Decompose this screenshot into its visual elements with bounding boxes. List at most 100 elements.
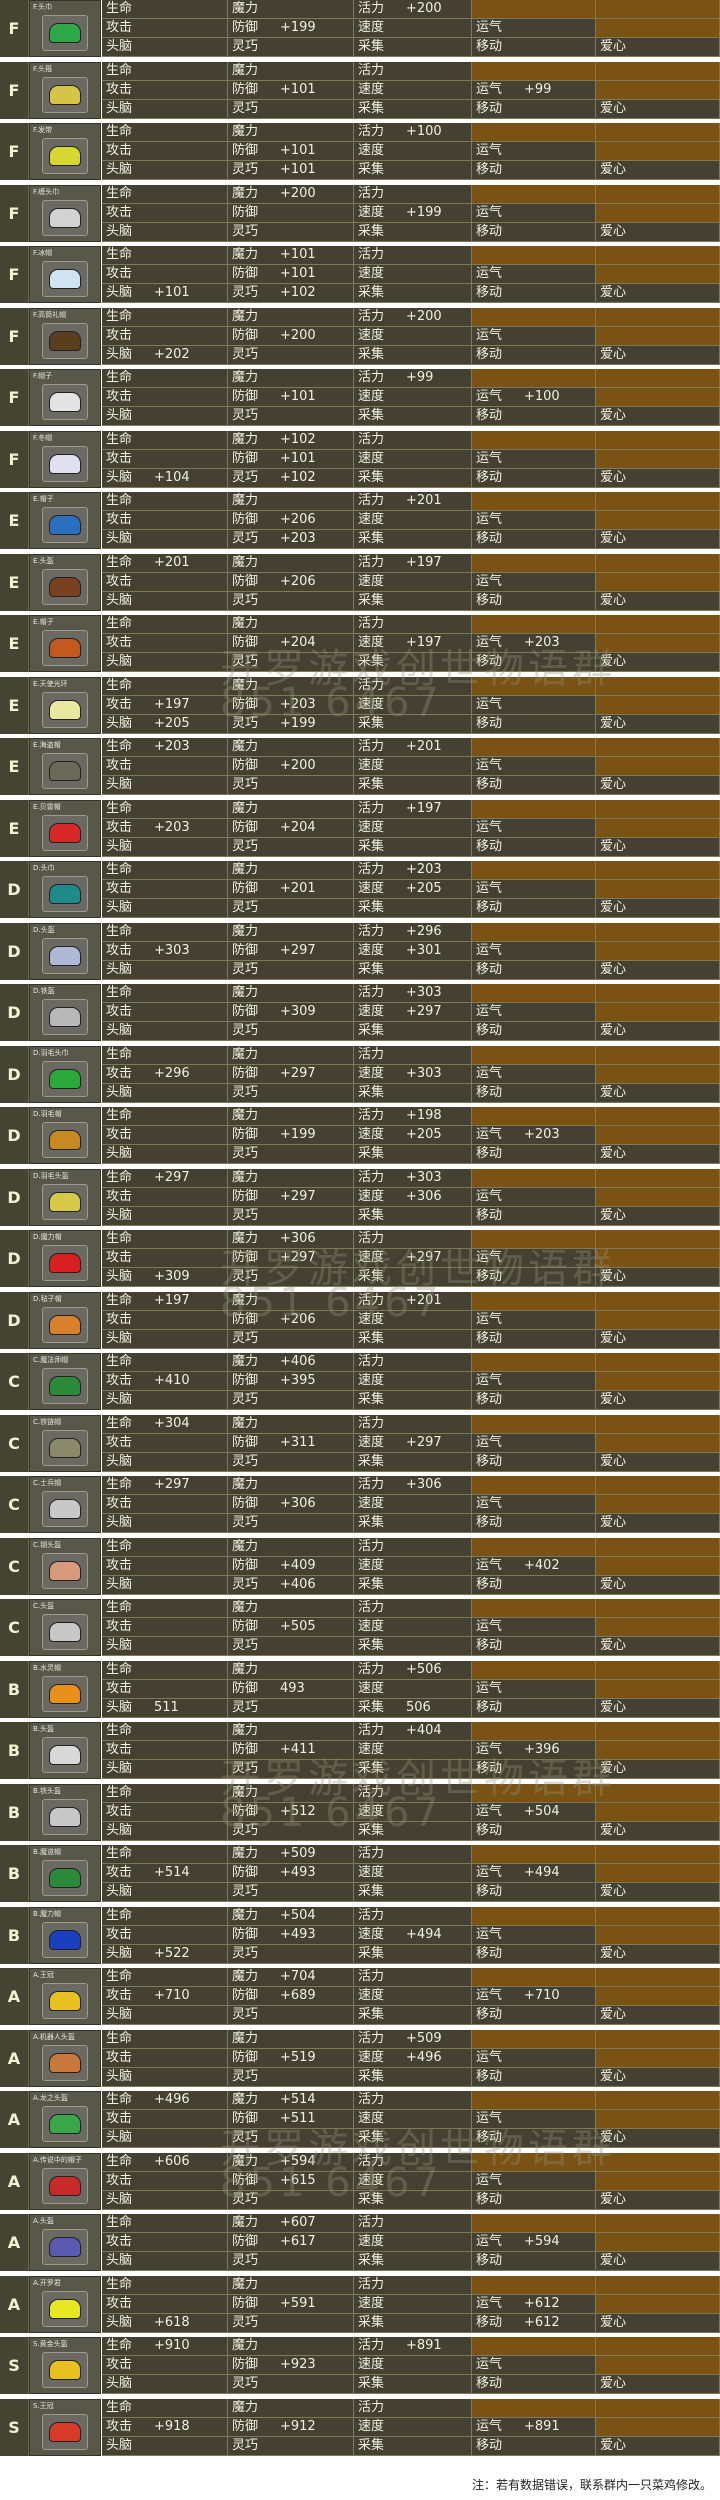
- stat-cell: 灵巧: [228, 407, 354, 426]
- stat-cell: 头脑: [102, 161, 228, 180]
- stat-cell: 头脑: [102, 38, 228, 57]
- stat-cell: 采集: [354, 161, 472, 180]
- stat-label: 灵巧: [232, 100, 259, 116]
- empty-bonus-cell: [596, 2398, 720, 2418]
- stat-value: +303: [406, 1065, 442, 1081]
- stat-cell: 运气 +494: [472, 1864, 596, 1883]
- stat-label: 魔力: [232, 1354, 259, 1369]
- stat-cell: 速度 +297: [354, 1433, 472, 1453]
- stat-label: 攻击: [106, 635, 133, 650]
- stat-value: +303: [406, 985, 442, 1000]
- stat-label: 爱心: [600, 531, 627, 546]
- item-name: E.天使光环: [33, 679, 68, 688]
- stat-cell: 活力 +197: [354, 553, 472, 573]
- stat-cell: 移动: [472, 1145, 596, 1164]
- stat-grid: 生命 +910 魔力 活力 +891 攻击 防御 +923 速度 运气 头脑 灵巧 采集 移动 爱心: [102, 2337, 720, 2394]
- stat-label: 灵巧: [232, 1822, 259, 1838]
- stat-label: 运气: [476, 204, 503, 220]
- item-icon-frame: [42, 322, 88, 359]
- stat-cell: 采集: [354, 1145, 472, 1164]
- stat-cell: 灵巧: [228, 345, 354, 365]
- stat-label: 头脑: [106, 2437, 133, 2453]
- stat-label: 爱心: [600, 1945, 627, 1961]
- stat-grid: 生命 魔力 活力 +99 攻击 防御 +101 速度 运气 +100 头脑 灵巧 采集 移动 爱心: [102, 369, 720, 426]
- row-divider: [0, 2332, 720, 2335]
- item-card: F.缠头巾: [29, 184, 101, 242]
- stat-cell: 生命 +197: [102, 1291, 228, 1311]
- item-card: S.王冠: [29, 2398, 101, 2456]
- stat-cell: 生命: [102, 369, 228, 388]
- stat-value: +206: [280, 1311, 316, 1327]
- stat-label: 魔力: [232, 2276, 259, 2292]
- stat-label: 灵巧: [232, 592, 259, 608]
- stat-label: 速度: [358, 266, 385, 281]
- stat-value: +594: [524, 2234, 560, 2249]
- stat-label: 灵巧: [232, 2314, 259, 2330]
- stat-label: 速度: [358, 2418, 385, 2434]
- stat-cell: 速度: [354, 2356, 472, 2375]
- stat-label: 移动: [476, 715, 503, 731]
- stat-cell: 生命: [102, 1045, 228, 1065]
- stat-cell: 攻击: [102, 2048, 228, 2068]
- stat-cell: 灵巧 +406: [228, 1575, 354, 1595]
- stat-label: 魔力: [232, 1, 259, 16]
- item-card: F.冬帽: [29, 430, 101, 488]
- stat-cell: 头脑: [102, 1883, 228, 1902]
- stat-cell: 生命 +203: [102, 738, 228, 757]
- stat-value: +306: [406, 1477, 442, 1492]
- empty-bonus-cell: [596, 1679, 720, 1699]
- stat-cell: 灵巧 +102: [228, 284, 354, 303]
- stat-value: +199: [280, 20, 316, 35]
- empty-bonus-cell: [596, 1045, 720, 1065]
- table-row: D D.头巾 生命 魔力 活力 +203 攻击 防御 +201 速度 +205 运气 头脑 灵巧 采集 移动爱…: [0, 861, 720, 920]
- stat-value: +309: [280, 1004, 316, 1019]
- empty-bonus-cell: [596, 2091, 720, 2110]
- stat-label: 爱心: [600, 346, 627, 362]
- item-icon-frame: [42, 1737, 88, 1773]
- helmet-icon: [49, 1376, 81, 1396]
- stat-label: 攻击: [106, 1619, 133, 1634]
- stat-value: +204: [280, 635, 316, 650]
- stat-label: 头脑: [106, 1761, 133, 1776]
- stat-label: 爱心: [600, 777, 627, 792]
- item-icon-frame: [42, 876, 88, 912]
- stat-label: 生命: [106, 308, 133, 324]
- stat-cell: 活力: [354, 1537, 472, 1557]
- stat-label: 速度: [358, 1988, 385, 2003]
- stat-cell: 活力 +99: [354, 369, 472, 388]
- stat-label: 爱心: [600, 2068, 627, 2084]
- stat-cell: 速度: [354, 1741, 472, 1760]
- stat-cell: 防御 +101: [228, 388, 354, 407]
- stat-label: 灵巧: [232, 2437, 259, 2453]
- row-divider: [0, 1902, 720, 1904]
- stat-label: 防御: [232, 450, 259, 466]
- stat-label: 攻击: [106, 573, 133, 589]
- rank-label: D: [0, 1045, 29, 1103]
- empty-bonus-cell: [596, 369, 720, 388]
- rank-label: S: [0, 2337, 29, 2394]
- table-row: F F.冬帽 生命 魔力 +102 活力 攻击 防御 +101 速度 运气 头脑 +104 灵巧 +102 采…: [0, 430, 720, 490]
- stat-cell: 防御 +101: [228, 449, 354, 469]
- stat-label: 灵巧: [232, 1945, 259, 1961]
- stat-cell: 魔力: [228, 1168, 354, 1188]
- stat-cell: 攻击: [102, 1187, 228, 1207]
- stat-label: 魔力: [232, 677, 259, 693]
- stat-cell: 防御 +200: [228, 326, 354, 346]
- stat-label: 采集: [358, 777, 385, 792]
- stat-label: 防御: [232, 2172, 259, 2188]
- stat-cell: 魔力: [228, 1722, 354, 1741]
- stat-cell: 生命: [102, 1722, 228, 1741]
- stat-label: 活力: [358, 431, 385, 447]
- stat-grid: 生命 +197 魔力 活力 +201 攻击 防御 +206 速度 运气 头脑 灵巧 采集 移动 爱心: [102, 1291, 720, 1349]
- stat-cell: 生命 +910: [102, 2337, 228, 2356]
- stat-grid: 生命 魔力 活力 攻击 +918 防御 +912 速度 运气 +891 头脑 灵巧 采集 移动 爱心: [102, 2398, 720, 2456]
- stat-label: 运气: [476, 1311, 503, 1327]
- stat-label: 运气: [476, 2049, 503, 2065]
- stat-label: 防御: [232, 819, 259, 835]
- stat-label: 灵巧: [232, 1699, 259, 1715]
- stat-value: +689: [280, 1988, 316, 2003]
- row-divider: [0, 549, 720, 551]
- stat-label: 移动: [476, 1638, 503, 1653]
- stat-value: +203: [524, 635, 560, 650]
- empty-bonus-cell: [472, 61, 596, 81]
